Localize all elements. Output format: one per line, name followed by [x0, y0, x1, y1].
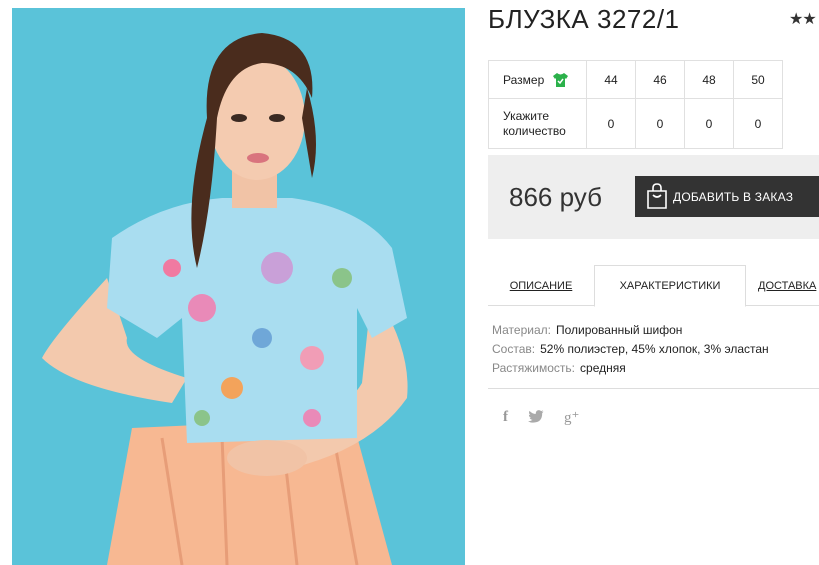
- add-to-order-button[interactable]: ДОБАВИТЬ В ЗАКАЗ: [635, 176, 819, 217]
- quantity-input-50[interactable]: 0: [733, 98, 783, 149]
- facebook-icon[interactable]: f: [503, 409, 508, 426]
- specs-list: Материал: Полированный шифон Состав: 52% п…: [492, 321, 769, 378]
- spec-key: Материал:: [492, 323, 551, 337]
- shirt-icon[interactable]: [552, 72, 569, 88]
- tab-delivery[interactable]: ДОСТАВКА: [758, 265, 819, 306]
- price-panel: 866 руб ДОБАВИТЬ В ЗАКАЗ: [488, 155, 819, 239]
- quantity-input-46[interactable]: 0: [635, 98, 685, 149]
- twitter-icon[interactable]: [528, 409, 544, 426]
- spec-value: Полированный шифон: [555, 323, 683, 337]
- spec-composition: Состав: 52% полиэстер, 45% хлопок, 3% эла…: [492, 340, 769, 359]
- size-46: 46: [635, 60, 685, 99]
- add-to-order-label: ДОБАВИТЬ В ЗАКАЗ: [673, 189, 794, 204]
- quantity-label-line1: Укажите: [503, 108, 550, 123]
- quantity-label-line2: количество: [503, 123, 566, 138]
- quantity-label-cell: Укажите количество: [488, 98, 587, 149]
- product-photo[interactable]: [12, 8, 465, 565]
- size-48: 48: [684, 60, 734, 99]
- quantity-row: Укажите количество 0 0 0 0: [488, 98, 783, 149]
- spec-key: Состав:: [492, 342, 536, 356]
- product-tabs: ОПИСАНИЕ ХАРАКТЕРИСТИКИ ДОСТАВКА: [488, 265, 819, 307]
- spec-value: средняя: [580, 361, 626, 375]
- product-photo-illustration: [12, 8, 465, 565]
- googleplus-icon[interactable]: g⁺: [564, 408, 579, 427]
- tab-description[interactable]: ОПИСАНИЕ: [488, 265, 594, 306]
- spec-key: Растяжимость:: [492, 361, 576, 375]
- spec-material: Материал: Полированный шифон: [492, 321, 769, 340]
- size-label-cell: Размер: [488, 60, 587, 99]
- spec-stretch: Растяжимость: средняя: [492, 359, 769, 378]
- size-label: Размер: [503, 72, 545, 87]
- size-44: 44: [586, 60, 636, 99]
- size-table: Размер 44 46 48 50 Укажите количество 0 …: [488, 60, 783, 149]
- price: 866 руб: [509, 182, 602, 212]
- tab-characteristics[interactable]: ХАРАКТЕРИСТИКИ: [594, 265, 746, 307]
- shopping-bag-icon: [647, 183, 667, 209]
- divider: [488, 388, 819, 389]
- spec-value: 52% полиэстер, 45% хлопок, 3% эластан: [540, 342, 769, 356]
- product-title: БЛУЗКА 3272/1: [488, 4, 680, 34]
- social-share: f g⁺: [503, 408, 579, 427]
- size-50: 50: [733, 60, 783, 99]
- size-row: Размер 44 46 48 50: [488, 60, 783, 99]
- quantity-input-48[interactable]: 0: [684, 98, 734, 149]
- rating-stars[interactable]: ★★: [789, 9, 817, 29]
- quantity-input-44[interactable]: 0: [586, 98, 636, 149]
